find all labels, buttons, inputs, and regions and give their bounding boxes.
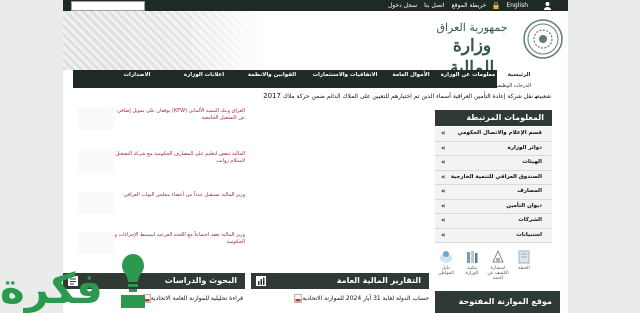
- chevron-icon: «: [441, 129, 446, 137]
- library-icon: [467, 251, 478, 263]
- nav-agreements[interactable]: الاتفاقيات والاستثمارات: [307, 70, 383, 88]
- chevron-icon: «: [441, 187, 446, 195]
- ticker-arrow-icon[interactable]: ◂: [534, 94, 537, 101]
- open-budget-title[interactable]: موقع الموازنة المفتوحة: [435, 291, 560, 313]
- related-info-list: قسم الإعلام والاتصال الحكومي « دوائر الوز…: [435, 127, 552, 243]
- related-item[interactable]: قسم الإعلام والاتصال الحكومي «: [435, 127, 552, 142]
- related-item[interactable]: المصارف «: [435, 185, 552, 200]
- news-ticker: شعبية ◂ نقل شركة إعادة التأمين العراقية …: [73, 91, 551, 102]
- news-thumbnail[interactable]: [77, 151, 115, 173]
- chevron-icon: «: [441, 216, 446, 224]
- tile-citizen-guide[interactable]: دليل المواطن: [435, 247, 457, 285]
- related-item[interactable]: الصندوق العراقي للتنمية الخارجية «: [435, 170, 552, 185]
- related-item[interactable]: الشركات «: [435, 214, 552, 229]
- related-info-title: المعلومات المرتبطة: [435, 110, 552, 126]
- nav-public-funds[interactable]: الأموال العامة: [383, 70, 439, 88]
- document-icon: [294, 293, 303, 303]
- main-nav: الرئيسية معلومات عن الوزارة الأموال العا…: [73, 70, 541, 88]
- top-links: English خريطة الموقع اتصل بنا سجل دخول: [388, 1, 528, 10]
- ticker-year: 2017: [263, 92, 281, 100]
- reports-icon: [256, 276, 266, 286]
- quick-tiles: دليل المواطن مكتبة الوزارة استمارة الكشف…: [435, 247, 560, 287]
- form-icon: [492, 249, 504, 263]
- logo-line-1: جمهورية العراق: [436, 21, 508, 34]
- related-item[interactable]: ديوان التأمين «: [435, 199, 552, 214]
- site-header: جمهورية العراق وزارة المالية: [63, 11, 568, 78]
- ministry-emblem-icon[interactable]: [523, 19, 563, 59]
- related-item[interactable]: دوائر الوزارة «: [435, 141, 552, 156]
- news-thumbnail[interactable]: [77, 108, 115, 130]
- chevron-icon: «: [441, 230, 446, 239]
- nav-sub-label[interactable]: الدرجات الوظيفية: [483, 83, 531, 90]
- login-link[interactable]: سجل دخول: [388, 1, 417, 10]
- chevron-icon: «: [441, 201, 446, 210]
- financial-reports-header[interactable]: التقارير المالية العامة: [251, 273, 429, 289]
- citizen-guide-icon: [440, 251, 452, 263]
- english-link[interactable]: English: [506, 1, 528, 10]
- nav-announcements[interactable]: اعلانات الوزارة: [171, 70, 237, 88]
- bulb-icon: [121, 254, 145, 308]
- ticker-text[interactable]: نقل شركة إعادة التأمين العراقية أسماء ال…: [263, 91, 533, 102]
- lock-icon: [493, 2, 499, 9]
- watermark-logo: فكرة: [0, 248, 150, 313]
- nav-laws[interactable]: القوانين والانظمة: [237, 70, 307, 88]
- chevron-icon: «: [441, 172, 446, 181]
- sitemap-link[interactable]: خريطة الموقع: [451, 1, 486, 10]
- related-item[interactable]: استبيانات «: [435, 228, 552, 243]
- report-row[interactable]: حساب الدولة لغاية 31 آيار 2024 للموازنة …: [255, 292, 429, 304]
- news-thumbnail[interactable]: [77, 192, 115, 214]
- user-icon[interactable]: [543, 1, 552, 10]
- ticker-label: شعبية: [536, 93, 551, 100]
- tile-plan[interactable]: الخطة: [513, 247, 535, 285]
- plan-icon: [518, 250, 530, 264]
- watermark-text: فكرة: [0, 264, 103, 313]
- chevron-icon: «: [441, 158, 446, 166]
- contact-link[interactable]: اتصل بنا: [424, 1, 444, 10]
- top-utility-bar: English خريطة الموقع اتصل بنا سجل دخول: [63, 0, 568, 20]
- chevron-icon: «: [441, 143, 446, 152]
- nav-publications[interactable]: الاصدارات: [103, 70, 171, 88]
- tile-disclosure-form[interactable]: استمارة الكشف عن الذمة: [487, 247, 509, 285]
- tile-library[interactable]: مكتبة الوزارة: [461, 247, 483, 285]
- search-box[interactable]: [71, 1, 145, 20]
- related-item[interactable]: الهيئات «: [435, 156, 552, 171]
